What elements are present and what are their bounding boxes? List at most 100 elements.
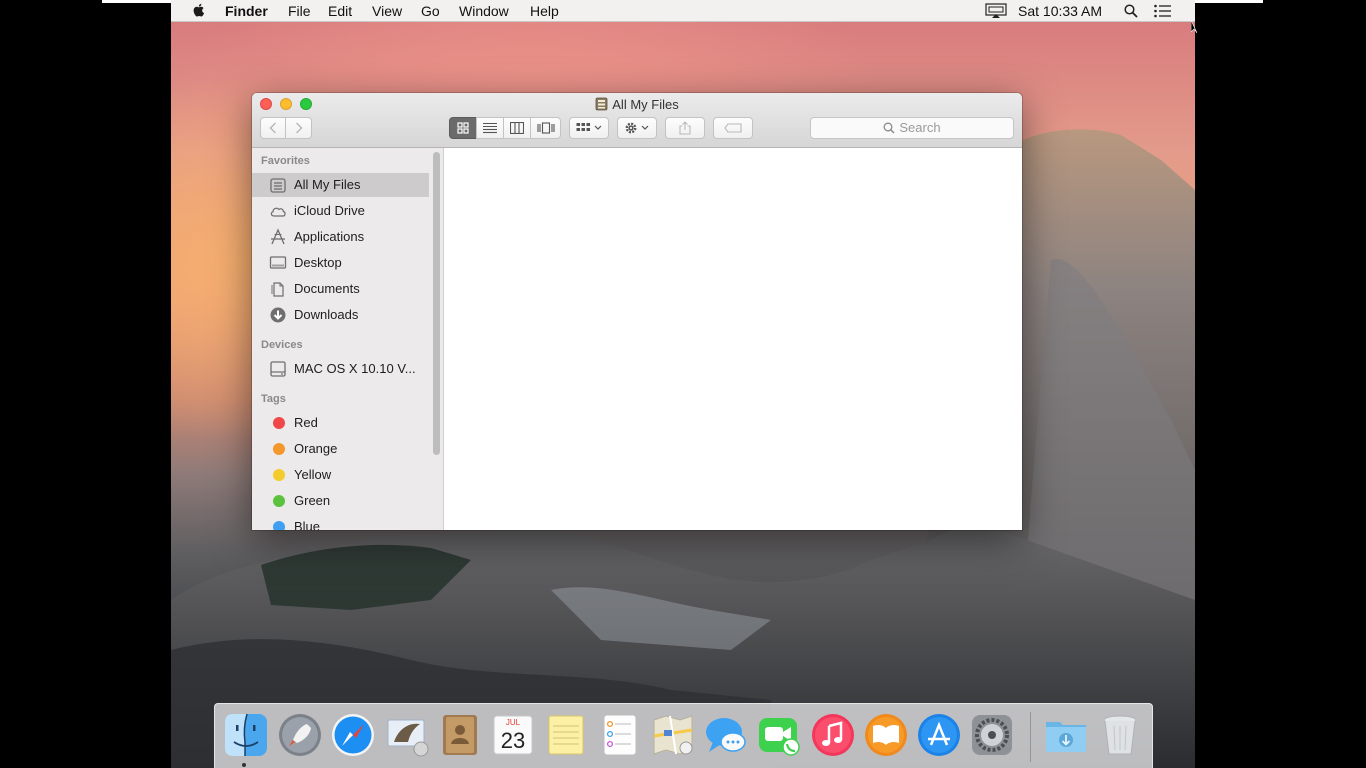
chevron-right-icon [295, 122, 303, 134]
sidebar-item-desktop[interactable]: Desktop [252, 251, 429, 275]
app-store-icon [918, 714, 960, 756]
gear-icon [625, 122, 649, 134]
dock-notes[interactable] [543, 712, 589, 758]
dock-messages[interactable] [703, 712, 749, 758]
dock-mail[interactable] [384, 712, 430, 758]
display-icon[interactable] [984, 3, 1008, 19]
menu-window[interactable]: Window [459, 3, 509, 19]
facetime-icon [759, 718, 800, 756]
file-browser-content[interactable] [445, 148, 1022, 530]
itunes-icon [812, 714, 854, 756]
menu-go[interactable]: Go [421, 3, 440, 19]
sidebar-item-label: Red [294, 415, 318, 430]
sidebar: Favorites All My Files iCloud Drive Appl… [252, 148, 444, 530]
menu-edit[interactable]: Edit [328, 3, 352, 19]
search-field[interactable]: Search [810, 117, 1014, 139]
dock-maps[interactable] [650, 712, 696, 758]
menu-bar: Finder File Edit View Go Window Help Sat… [171, 0, 1195, 22]
dock-separator [1030, 712, 1031, 762]
dock-finder[interactable] [223, 712, 269, 758]
sidebar-item-documents[interactable]: Documents [252, 277, 429, 301]
sidebar-item-label: Blue [294, 519, 321, 530]
sidebar-item-downloads[interactable]: Downloads [252, 303, 429, 327]
menu-finder[interactable]: Finder [225, 3, 268, 19]
back-button[interactable] [260, 117, 286, 139]
all-my-files-icon [270, 178, 286, 193]
cover-flow-icon [536, 122, 555, 134]
sidebar-item-all-my-files[interactable]: All My Files [252, 173, 429, 197]
sidebar-item-tag-green[interactable]: Green [252, 489, 429, 513]
arrange-button[interactable] [569, 117, 609, 139]
dock-facetime[interactable] [756, 712, 802, 758]
search-icon [883, 122, 895, 134]
dock-itunes[interactable] [810, 712, 856, 758]
tag-icon [724, 123, 742, 133]
sidebar-item-disk[interactable]: MAC OS X 10.10 V... [252, 357, 429, 381]
sidebar-item-label: MAC OS X 10.10 V... [294, 361, 416, 376]
reminders-icon [603, 714, 637, 756]
maps-icon [653, 715, 693, 755]
sidebar-item-label: All My Files [294, 177, 361, 192]
share-button[interactable] [665, 117, 705, 139]
list-view-button[interactable] [476, 117, 504, 139]
dock-contacts[interactable] [437, 712, 483, 758]
menu-file[interactable]: File [288, 3, 311, 19]
system-preferences-icon [972, 715, 1012, 755]
forward-button[interactable] [285, 117, 312, 139]
dock-safari[interactable] [330, 712, 376, 758]
dock-app-store[interactable] [916, 712, 962, 758]
sidebar-scrollbar[interactable] [433, 152, 440, 455]
sidebar-item-label: Desktop [294, 255, 342, 270]
edit-tags-button[interactable] [713, 117, 753, 139]
dock-trash[interactable] [1097, 712, 1143, 758]
orange-tag-icon [273, 443, 285, 455]
disk-icon [270, 361, 286, 377]
cover-flow-button[interactable] [530, 117, 561, 139]
sidebar-item-label: Downloads [294, 307, 359, 322]
icon-view-button[interactable] [449, 117, 477, 139]
menu-clock[interactable]: Sat 10:33 AM [1018, 3, 1102, 19]
notification-center-icon[interactable] [1154, 4, 1172, 18]
screen: Finder File Edit View Go Window Help Sat… [0, 0, 1366, 768]
dock-system-preferences[interactable] [969, 712, 1015, 758]
window-toolbar: All My Files Search [252, 93, 1022, 148]
share-icon [679, 121, 691, 135]
sidebar-item-label: Documents [294, 281, 360, 296]
column-view-button[interactable] [503, 117, 531, 139]
spotlight-icon[interactable] [1124, 4, 1138, 18]
dock-ibooks[interactable] [863, 712, 909, 758]
sidebar-item-applications[interactable]: Applications [252, 225, 429, 249]
apple-menu-icon[interactable] [191, 2, 207, 18]
window-title-text: All My Files [612, 97, 679, 112]
menu-help[interactable]: Help [530, 3, 559, 19]
downloads-icon [270, 307, 286, 323]
search-placeholder: Search [899, 120, 941, 135]
contacts-icon [443, 715, 477, 755]
finder-running-indicator [242, 763, 246, 767]
sidebar-item-label: Orange [294, 441, 338, 456]
action-button[interactable] [617, 117, 657, 139]
sidebar-header-tags: Tags [261, 393, 286, 405]
sidebar-item-tag-blue[interactable]: Blue [252, 515, 429, 530]
documents-icon [271, 282, 284, 297]
arrange-grid-icon [576, 123, 602, 131]
sidebar-item-label: Green [294, 493, 331, 508]
finder-window: All My Files Search Favorites All My Fil… [252, 93, 1022, 530]
sidebar-header-favorites: Favorites [261, 155, 310, 167]
dock-downloads-stack[interactable] [1043, 712, 1089, 758]
columns-icon [510, 122, 524, 134]
calendar-month: JUL [506, 718, 521, 727]
yellow-tag-icon [273, 469, 285, 481]
sidebar-header-devices: Devices [261, 339, 303, 351]
notes-icon [548, 715, 584, 755]
sidebar-item-tag-orange[interactable]: Orange [252, 437, 429, 461]
applications-icon [271, 228, 285, 245]
dock-calendar[interactable]: JUL 23 [490, 712, 536, 758]
dock-launchpad[interactable] [277, 712, 323, 758]
sidebar-item-icloud-drive[interactable]: iCloud Drive [252, 199, 429, 223]
dock-reminders[interactable] [597, 712, 643, 758]
menu-view[interactable]: View [372, 3, 402, 19]
sidebar-item-tag-yellow[interactable]: Yellow [252, 463, 429, 487]
sidebar-item-label: Yellow [294, 467, 332, 482]
sidebar-item-tag-red[interactable]: Red [252, 411, 429, 435]
